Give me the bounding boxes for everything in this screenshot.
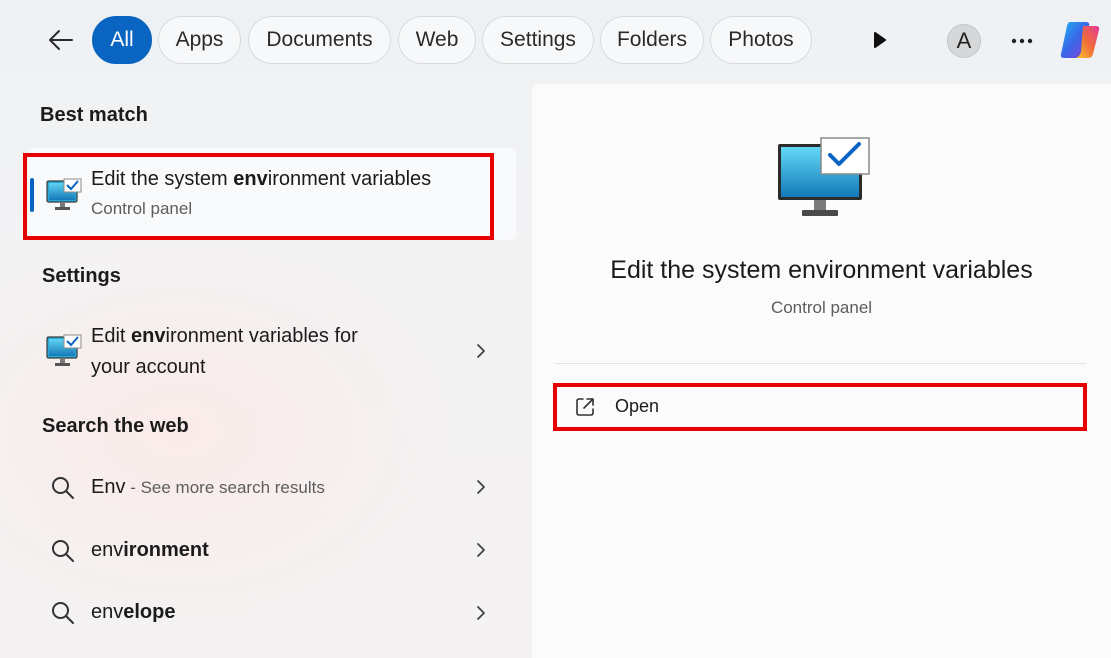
back-button[interactable] xyxy=(40,22,80,58)
monitor-icon xyxy=(46,334,82,366)
search-icon xyxy=(52,540,74,562)
tab-label: Documents xyxy=(266,28,373,51)
tab-documents[interactable]: Documents xyxy=(248,16,391,64)
settings-header: Settings xyxy=(42,265,121,287)
highlight-box-open xyxy=(553,383,1087,431)
tab-folders[interactable]: Folders xyxy=(600,16,704,64)
tab-label: Settings xyxy=(500,28,576,51)
tab-photos[interactable]: Photos xyxy=(710,16,812,64)
chevron-right-icon[interactable] xyxy=(474,478,488,496)
search-icon xyxy=(52,602,74,624)
avatar[interactable]: A xyxy=(947,24,981,58)
tab-all[interactable]: All xyxy=(92,16,152,64)
copilot-icon[interactable] xyxy=(1056,16,1104,64)
chevron-right-icon[interactable] xyxy=(474,541,488,559)
tab-apps[interactable]: Apps xyxy=(158,16,241,64)
highlight-box-best-match xyxy=(23,153,494,240)
tab-label: Folders xyxy=(616,28,688,51)
tab-label: Photos xyxy=(728,28,794,51)
web-result-text: envelope xyxy=(91,601,176,623)
search-icon xyxy=(52,477,74,499)
search-filter-bar: All Apps Documents Web Settings Folders … xyxy=(0,0,1111,80)
tab-settings[interactable]: Settings xyxy=(482,16,594,64)
chevron-right-icon[interactable] xyxy=(474,604,488,622)
best-match-header: Best match xyxy=(40,104,148,126)
more-icon xyxy=(1011,38,1033,44)
settings-result-line2: your account xyxy=(91,356,206,378)
preview-title: Edit the system environment variables xyxy=(610,256,1033,284)
settings-result-line1: Edit environment variables for xyxy=(91,325,358,347)
avatar-letter: A xyxy=(956,28,972,53)
search-web-header: Search the web xyxy=(42,415,189,437)
chevron-right-icon[interactable] xyxy=(474,342,488,360)
web-result-text: environment xyxy=(91,539,209,561)
back-arrow-icon xyxy=(49,30,73,50)
preview-subtitle: Control panel xyxy=(770,298,873,317)
monitor-large-icon xyxy=(778,137,870,216)
tab-label: All xyxy=(110,28,134,51)
play-icon xyxy=(874,32,886,48)
tab-web[interactable]: Web xyxy=(398,16,476,64)
web-result-text: Env - See more search results xyxy=(91,476,325,498)
more-options-button[interactable] xyxy=(1004,26,1040,56)
tab-label: Apps xyxy=(175,28,224,51)
tab-label: Web xyxy=(415,28,459,51)
more-filters-button[interactable] xyxy=(866,28,894,52)
divider xyxy=(555,363,1086,364)
